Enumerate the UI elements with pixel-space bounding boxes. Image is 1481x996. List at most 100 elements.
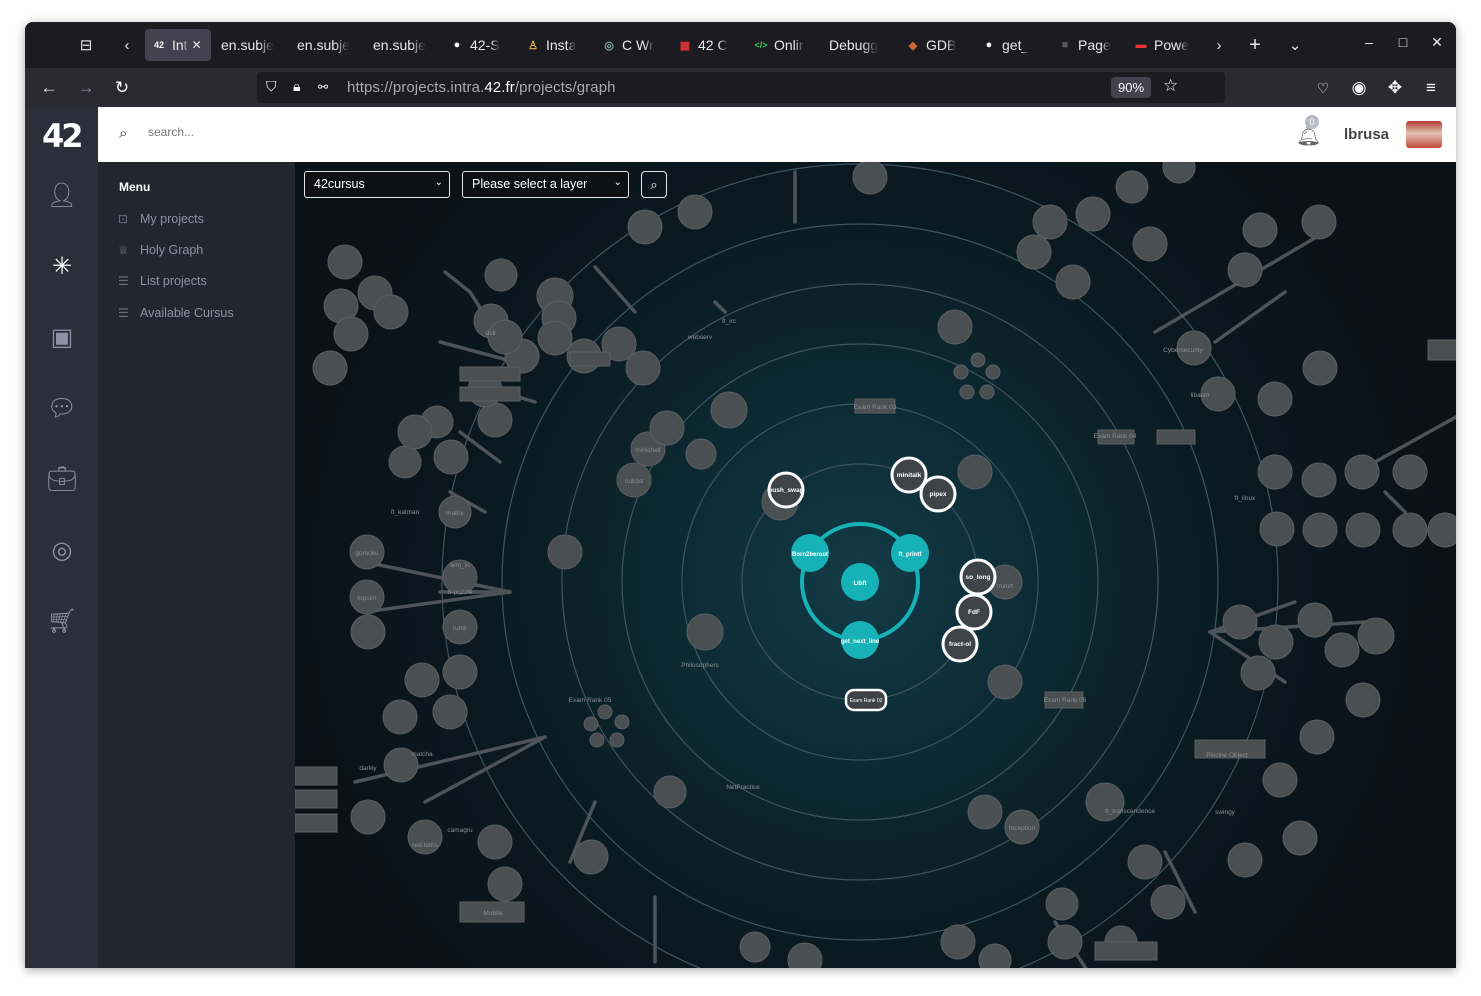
- url-bar[interactable]: ⛉ 🔒︎ ⚯ https://projects.intra.42.fr/proj…: [257, 72, 1225, 103]
- locked-project-node[interactable]: [350, 799, 386, 835]
- zoom-level-button[interactable]: 90%: [1111, 77, 1151, 98]
- app-menu-icon[interactable]: ≡: [1419, 76, 1443, 100]
- locked-project-node[interactable]: [649, 410, 685, 446]
- locked-project-node[interactable]: [1085, 782, 1125, 822]
- video-icon[interactable]: ▣: [47, 322, 77, 352]
- browser-tab[interactable]: en.subje: [373, 29, 445, 61]
- back-icon[interactable]: ←: [37, 76, 61, 100]
- compass-icon[interactable]: ◎: [47, 535, 77, 565]
- locked-project-node[interactable]: [1227, 252, 1263, 288]
- browser-tab[interactable]: ● 42-S: [449, 29, 521, 61]
- tab-overview-icon[interactable]: ⊟: [72, 31, 100, 59]
- locked-project-node[interactable]: [787, 942, 823, 968]
- cursus-select[interactable]: 42cursus ⌄: [304, 171, 450, 198]
- close-window-icon[interactable]: ✕: [1426, 34, 1448, 51]
- chat-icon[interactable]: 💬︎: [47, 393, 77, 423]
- holy-graph-canvas[interactable]: Libft Born2beroot ft_printf get_next_line pu…: [295, 162, 1456, 968]
- locked-project-node[interactable]: [987, 664, 1023, 700]
- locked-project-node[interactable]: [1427, 512, 1456, 548]
- list-all-tabs-icon[interactable]: ⌄: [1281, 31, 1309, 59]
- reload-icon[interactable]: ↻: [110, 76, 134, 100]
- search-input[interactable]: [148, 125, 348, 139]
- shield-icon[interactable]: ⛉: [266, 78, 277, 95]
- locked-project-node[interactable]: [686, 613, 724, 651]
- browser-tab[interactable]: en.subje: [221, 29, 293, 61]
- locked-project-node[interactable]: [1259, 511, 1295, 547]
- browser-tab[interactable]: 42 Int ✕: [145, 29, 211, 61]
- locked-project-node[interactable]: [312, 350, 348, 386]
- browser-tab[interactable]: ◎ C Wr: [601, 29, 673, 61]
- locked-project-node[interactable]: [1282, 820, 1318, 856]
- locked-project-node[interactable]: [1162, 162, 1196, 184]
- menu-item-list-projects[interactable]: ☰ List projects: [118, 274, 207, 288]
- locked-project-node[interactable]: [442, 654, 478, 690]
- locked-project-node[interactable]: [1324, 632, 1360, 668]
- locked-project-node[interactable]: [1045, 887, 1079, 921]
- username[interactable]: lbrusa: [1344, 126, 1389, 143]
- piscine-node[interactable]: [1427, 339, 1456, 361]
- close-tab-icon[interactable]: ✕: [192, 38, 202, 52]
- piscine-node[interactable]: [569, 351, 611, 367]
- browser-tab[interactable]: </> Onlir: [753, 29, 825, 61]
- locked-project-node[interactable]: [1132, 226, 1168, 262]
- holy-graph-icon[interactable]: ✳: [47, 251, 77, 281]
- locked-project-node[interactable]: [1257, 381, 1293, 417]
- piscine-node[interactable]: [1156, 429, 1196, 445]
- locked-project-node[interactable]: [1258, 624, 1294, 660]
- browser-tab[interactable]: ◆ GDB: [905, 29, 977, 61]
- locked-project-node[interactable]: [1222, 604, 1258, 640]
- locked-project-node[interactable]: [1075, 196, 1111, 232]
- briefcase-icon[interactable]: 💼︎: [47, 464, 77, 494]
- locked-project-node[interactable]: [710, 391, 748, 429]
- menu-item-my-projects[interactable]: ⊡ My projects: [118, 212, 204, 226]
- locked-project-node[interactable]: [484, 258, 518, 292]
- locked-project-node[interactable]: [1299, 719, 1335, 755]
- locked-project-node[interactable]: [957, 454, 993, 490]
- shop-cart-icon[interactable]: 🛒︎: [47, 606, 77, 636]
- locked-project-node[interactable]: [487, 866, 523, 902]
- locked-project-node[interactable]: [1392, 454, 1428, 490]
- browser-tab[interactable]: ■ Page: [1057, 29, 1129, 61]
- locked-project-node[interactable]: [937, 309, 973, 345]
- locked-project-node[interactable]: [1055, 264, 1091, 300]
- locked-project-node[interactable]: [404, 662, 440, 698]
- locked-project-node[interactable]: [477, 402, 513, 438]
- browser-tab[interactable]: Debugg: [829, 29, 901, 61]
- scroll-tabs-left-icon[interactable]: ‹: [113, 31, 141, 59]
- locked-project-node[interactable]: [940, 924, 976, 960]
- locked-project-node[interactable]: [1262, 762, 1298, 798]
- locked-project-node[interactable]: [373, 294, 409, 330]
- locked-project-node[interactable]: [1302, 350, 1338, 386]
- menu-item-holy-graph[interactable]: ♕ Holy Graph: [118, 243, 203, 257]
- browser-tab[interactable]: ▬ Powe: [1133, 29, 1205, 61]
- browser-tab[interactable]: ▦ 42 C: [677, 29, 749, 61]
- locked-project-node[interactable]: [1297, 602, 1333, 638]
- locked-project-node[interactable]: [1115, 170, 1149, 204]
- locked-project-node[interactable]: [1301, 204, 1337, 240]
- locked-project-node[interactable]: [547, 534, 583, 570]
- locked-project-node[interactable]: [477, 824, 513, 860]
- locked-project-node[interactable]: [653, 775, 687, 809]
- new-tab-icon[interactable]: +: [1241, 31, 1269, 59]
- pocket-icon[interactable]: ♡: [1311, 76, 1335, 100]
- locked-project-node[interactable]: [677, 194, 713, 230]
- locked-project-node[interactable]: [397, 414, 433, 450]
- locked-project-node[interactable]: [1242, 212, 1278, 248]
- locked-project-node[interactable]: [1032, 204, 1068, 240]
- locked-project-node[interactable]: [625, 350, 661, 386]
- locked-project-node[interactable]: [333, 316, 369, 352]
- piscine-node[interactable]: [459, 386, 521, 402]
- user-profile-icon[interactable]: 👤︎: [47, 180, 77, 210]
- piscine-node[interactable]: [1094, 941, 1158, 961]
- graph-search-button[interactable]: ⌕: [641, 171, 667, 198]
- extensions-icon[interactable]: ✥: [1383, 76, 1407, 100]
- locked-project-node[interactable]: [1392, 512, 1428, 548]
- locked-project-node[interactable]: [1016, 234, 1052, 270]
- minimize-icon[interactable]: –: [1358, 34, 1380, 50]
- piscine-node[interactable]: [295, 789, 338, 809]
- locked-project-node[interactable]: [432, 694, 468, 730]
- locked-project-node[interactable]: [1150, 884, 1186, 920]
- locked-project-node[interactable]: [350, 614, 386, 650]
- scroll-tabs-right-icon[interactable]: ›: [1205, 31, 1233, 59]
- locked-project-node[interactable]: [1257, 454, 1293, 490]
